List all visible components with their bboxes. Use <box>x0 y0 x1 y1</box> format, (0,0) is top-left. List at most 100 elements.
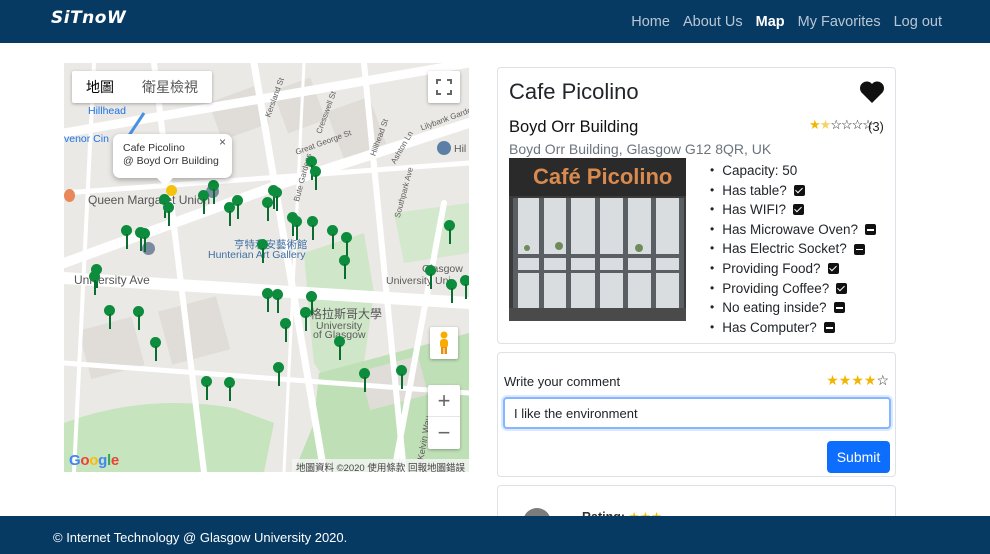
comment-label: Write your comment <box>504 374 621 389</box>
map-poi-restaurant-icon <box>64 189 75 202</box>
comment-card: Write your comment ★★★★☆ Submit <box>497 352 896 477</box>
attribute-has-electric-socket: Has Electric Socket? <box>710 239 876 259</box>
star-icon[interactable]: ★ <box>839 372 852 388</box>
brand-logo[interactable]: SiTnoW <box>51 8 126 28</box>
checked-checkbox-icon <box>827 263 839 275</box>
map-marker[interactable] <box>273 362 284 392</box>
map-marker[interactable] <box>150 337 161 367</box>
map-marker[interactable] <box>232 195 243 225</box>
map-marker[interactable] <box>224 377 235 407</box>
map-marker[interactable] <box>262 197 273 227</box>
map-attribution[interactable]: 地圖資料 ©2020 使用條款 回報地圖錯誤 <box>291 459 469 472</box>
info-window-subtitle: @ Boyd Orr Building <box>123 155 219 167</box>
map-poi-icon <box>437 141 451 155</box>
nav-home[interactable]: Home <box>631 14 670 30</box>
map-marker[interactable] <box>121 225 132 255</box>
star-icon[interactable]: ★ <box>864 372 877 388</box>
shop-photo-sign: Café Picolino <box>533 164 673 189</box>
map-marker[interactable] <box>307 216 318 246</box>
info-window-title: Cafe Picolino <box>123 142 185 154</box>
shop-name: Cafe Picolino <box>509 79 639 104</box>
attribute-has-microwave: Has Microwave Oven? <box>710 220 877 240</box>
nav-about-us[interactable]: About Us <box>683 14 743 30</box>
map-marker[interactable] <box>425 265 436 295</box>
map-view[interactable]: Hillhead venor Cin Queen Margaret Union … <box>64 63 469 472</box>
submit-button[interactable]: Submit <box>827 441 890 473</box>
street-view-pegman-button[interactable] <box>430 327 458 359</box>
map-info-window: Cafe Picolino @ Boyd Orr Building × <box>113 134 232 186</box>
map-marker[interactable] <box>327 225 338 255</box>
footer: © Internet Technology @ Glasgow Universi… <box>0 516 990 554</box>
rating-stars: ★★☆☆☆☆ <box>809 117 874 132</box>
attribute-providing-food: Providing Food? <box>710 259 876 279</box>
map-marker[interactable] <box>133 306 144 336</box>
map-marker[interactable] <box>280 318 291 348</box>
map-marker[interactable] <box>334 336 345 366</box>
fullscreen-icon <box>436 79 452 95</box>
star-icon[interactable]: ★ <box>826 372 839 388</box>
zoom-out-button[interactable]: − <box>428 417 460 449</box>
map-label-queen-margaret: Queen Margaret Union <box>88 193 211 207</box>
shop-address: Boyd Orr Building, Glasgow G12 8QR, UK <box>509 141 772 157</box>
map-type-satellite-button[interactable]: 衛星檢視 <box>128 71 212 103</box>
nav-map[interactable]: Map <box>756 14 785 30</box>
unchecked-checkbox-icon <box>833 302 845 314</box>
attribute-has-computer: Has Computer? <box>710 318 876 338</box>
navbar: SiTnoW Home About Us Map My Favorites Lo… <box>0 0 990 43</box>
rating-count: (3) <box>868 119 884 134</box>
unchecked-checkbox-icon <box>853 243 865 255</box>
map-marker[interactable] <box>104 305 115 335</box>
map-label-university-union: University Uni <box>386 275 451 287</box>
pegman-icon <box>440 331 448 354</box>
map-label-venor: venor Cin <box>64 133 109 145</box>
map-marker[interactable] <box>444 220 455 250</box>
nav-log-out[interactable]: Log out <box>894 14 942 30</box>
nav-my-favorites[interactable]: My Favorites <box>798 14 881 30</box>
map-marker[interactable] <box>460 275 469 305</box>
unchecked-checkbox-icon <box>823 322 835 334</box>
map-marker[interactable] <box>139 228 150 258</box>
map-label-hil: Hil <box>454 143 467 155</box>
attribute-capacity: Capacity: 50 <box>710 161 876 181</box>
unchecked-checkbox-icon <box>865 224 877 236</box>
attribute-has-table: Has table? <box>710 181 876 201</box>
fullscreen-button[interactable] <box>428 71 460 103</box>
map-marker[interactable] <box>272 289 283 319</box>
footer-text: © Internet Technology @ Glasgow Universi… <box>53 530 348 545</box>
shop-attributes: Capacity: 50 Has table? Has WIFI? Has Mi… <box>710 161 877 338</box>
map-marker[interactable] <box>201 376 212 406</box>
info-window-close-icon[interactable]: × <box>219 136 226 149</box>
selected-map-marker[interactable] <box>166 185 177 215</box>
map-marker[interactable] <box>339 255 350 285</box>
map-marker[interactable] <box>208 180 219 210</box>
google-logo: Google <box>69 452 119 469</box>
star-empty-icon[interactable]: ☆ <box>876 372 889 388</box>
checked-checkbox-icon <box>793 184 805 196</box>
attribute-has-wifi: Has WIFI? <box>710 200 876 220</box>
map-marker[interactable] <box>300 307 311 337</box>
attribute-no-eating-inside: No eating inside? <box>710 298 876 318</box>
map-marker[interactable] <box>257 239 268 269</box>
map-type-map-button[interactable]: 地圖 <box>72 71 128 103</box>
nav-links: Home About Us Map My Favorites Log out <box>618 0 942 43</box>
map-marker[interactable] <box>291 216 302 246</box>
building-name: Boyd Orr Building <box>509 118 639 136</box>
comment-input[interactable] <box>503 397 891 429</box>
map-label-hillhead: Hillhead <box>88 105 126 117</box>
zoom-in-button[interactable]: + <box>428 385 460 417</box>
shop-detail-card: Cafe Picolino Boyd Orr Building ★★☆☆☆☆ (… <box>497 67 896 344</box>
zoom-control: + − <box>428 385 460 449</box>
comment-rating-stars: ★★★★☆ <box>826 372 889 389</box>
favorite-heart-icon[interactable] <box>859 80 885 104</box>
shop-photo: Café Picolino <box>509 158 686 321</box>
star-icon[interactable]: ★ <box>851 372 864 388</box>
map-marker[interactable] <box>310 166 321 196</box>
checked-checkbox-icon <box>792 204 804 216</box>
attribute-providing-coffee: Providing Coffee? <box>710 279 876 299</box>
map-label-university-ave: University Ave <box>74 273 150 287</box>
map-marker[interactable] <box>396 365 407 395</box>
map-type-control: 地圖 衛星檢視 <box>72 71 212 103</box>
map-marker[interactable] <box>359 368 370 398</box>
map-marker[interactable] <box>89 271 100 301</box>
map-marker[interactable] <box>446 279 457 309</box>
